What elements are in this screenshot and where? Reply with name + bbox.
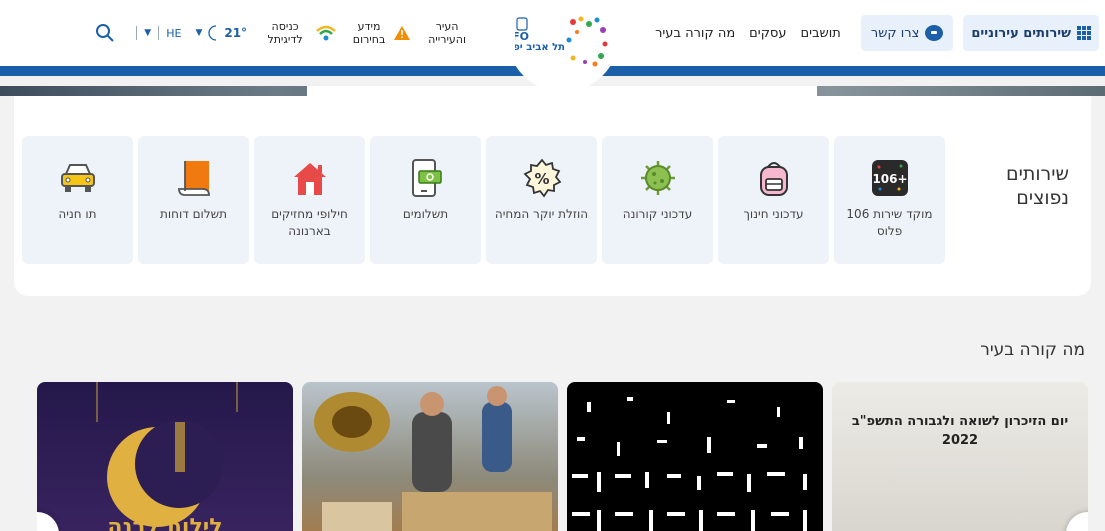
service-tile-label: עדכוני חינוך — [743, 207, 804, 221]
svg-text:+106: +106 — [872, 172, 907, 186]
page: שירותים עירוניים צרו קשר תושבים עסקים מה… — [0, 0, 1105, 531]
service-tile-fines[interactable]: תשלום דוחות — [138, 136, 249, 264]
svg-text:%: % — [534, 170, 549, 188]
phone-payment-icon — [406, 158, 446, 198]
search-icon[interactable] — [95, 23, 115, 43]
logo-text-he: תל אביב יפו — [515, 42, 565, 53]
service-tile-tax-holders[interactable]: חילופי מחזיקים בארנונה — [254, 136, 365, 264]
nav-business[interactable]: עסקים — [749, 26, 786, 41]
emergency-link[interactable]: מידע בחירום — [351, 20, 411, 46]
house-icon — [290, 158, 330, 198]
news-card-title: יום הזיכרון לשואה ולגבורה התשפ"ב 2022 — [851, 414, 1069, 448]
news-card-title: לילות לבנה — [107, 515, 222, 531]
contact-button[interactable]: צרו קשר — [860, 15, 954, 51]
emergency-label: מידע בחירום — [352, 20, 386, 46]
header-left-group: העיר והעירייה מידע בחירום כניסה לדיגיתל … — [83, 20, 469, 46]
service-tile-label: הוזלת יוקר המחיה — [494, 207, 589, 221]
main-nav: תושבים עסקים מה קורה בעיר — [655, 26, 841, 41]
backpack-icon — [754, 158, 794, 198]
service-tile-corona[interactable]: עדכוני קורונה — [602, 136, 713, 264]
service-tile-label: עדכוני קורונה — [622, 207, 693, 221]
service-tile-payments[interactable]: תשלומים — [370, 136, 481, 264]
carousel-next-button[interactable] — [1066, 512, 1088, 531]
news-card-memorial-art[interactable] — [567, 382, 823, 531]
site-header: שירותים עירוניים צרו קשר תושבים עסקים מה… — [0, 0, 1105, 92]
news-carousel: לילות לבנה יום הזיכרון לשואה ולגבורה התש… — [37, 382, 1088, 531]
news-card-ramadan[interactable]: לילות לבנה — [37, 382, 293, 531]
chevron-down-icon: ▼ — [195, 28, 203, 38]
service-tile-label: תשלומים — [402, 207, 449, 221]
common-services-section: שירותים נפוצים +106 מוקד שירות 106 פלוס … — [14, 96, 1091, 296]
abstract-letters-image — [572, 397, 807, 531]
news-section-title: מה קורה בעיר — [980, 340, 1085, 360]
city-services-button[interactable]: שירותים עירוניים — [963, 15, 1099, 51]
digital-login-label: כניסה לדיגיתל — [267, 20, 303, 46]
contact-label: צרו קשר — [870, 25, 920, 41]
chevron-down-icon: ▼ — [144, 28, 152, 38]
percent-icon: % — [522, 158, 562, 198]
service-tile-label: תשלום דוחות — [159, 207, 228, 221]
service-tile-label: חילופי מחזיקים בארנונה — [271, 207, 348, 238]
service-tile-cost-of-living[interactable]: % הוזלת יוקר המחיה — [486, 136, 597, 264]
service-tile-parking[interactable]: תו חניה — [22, 136, 133, 264]
city-hall-link[interactable]: העיר והעירייה — [425, 20, 469, 46]
language-value: HE — [166, 26, 182, 40]
moon-icon — [208, 25, 217, 41]
service-tile-106[interactable]: +106 מוקד שירות 106 פלוס — [834, 136, 945, 264]
service-tile-label: מוקד שירות 106 פלוס — [846, 207, 933, 238]
city-hall-label: העיר והעירייה — [428, 20, 466, 46]
crescent-moon-image: לילות לבנה — [96, 382, 238, 531]
flea-market-photo — [314, 386, 552, 531]
city-services-label: שירותים עירוניים — [971, 25, 1071, 41]
car-icon — [58, 158, 98, 198]
service-tile-label: תו חניה — [58, 207, 97, 221]
virus-icon — [638, 158, 678, 198]
ticket-icon — [174, 158, 214, 198]
nav-residents[interactable]: תושבים — [801, 26, 841, 41]
chat-icon — [925, 25, 944, 41]
nav-whats-happening[interactable]: מה קורה בעיר — [655, 26, 735, 41]
weather-widget[interactable]: ▼ 21° — [195, 25, 247, 41]
news-card-market[interactable] — [302, 382, 558, 531]
digital-login-link[interactable]: כניסה לדיגיתל — [261, 20, 337, 46]
digital-wifi-icon — [316, 25, 336, 41]
grid-icon — [1077, 26, 1091, 40]
city-logo[interactable]: TEL AVIV YAFO תל אביב יפו — [497, 0, 627, 92]
services-title: שירותים נפוצים — [1006, 163, 1069, 209]
warning-icon — [394, 26, 411, 40]
106-icon: +106 — [870, 158, 910, 198]
language-selector[interactable]: ▼ HE — [133, 26, 181, 40]
logo-mark-icon: TEL AVIV YAFO תל אביב יפו — [515, 16, 608, 67]
header-right-group: שירותים עירוניים צרו קשר תושבים עסקים מה… — [655, 15, 1105, 51]
temperature-value: 21° — [224, 26, 248, 40]
services-tiles: +106 מוקד שירות 106 פלוס עדכוני חינוך עד… — [22, 136, 945, 264]
service-tile-education[interactable]: עדכוני חינוך — [718, 136, 829, 264]
news-card-holocaust-day[interactable]: יום הזיכרון לשואה ולגבורה התשפ"ב 2022 — [832, 382, 1088, 531]
